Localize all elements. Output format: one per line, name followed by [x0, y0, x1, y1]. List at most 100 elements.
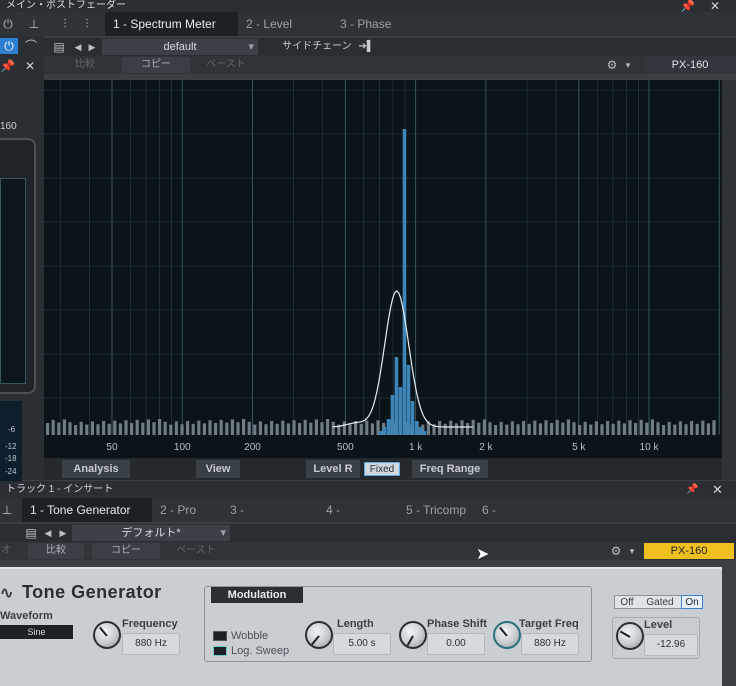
wobble-checkbox[interactable] [213, 631, 227, 641]
mode-on[interactable]: On [681, 595, 703, 609]
tab-compressor[interactable]: 3 - Compressor [222, 498, 318, 541]
chevron-down-icon[interactable]: ▾ [622, 57, 634, 73]
noise-bar [57, 422, 61, 435]
meter-tick: -18 [5, 454, 17, 463]
compare-button[interactable]: 比較 [58, 57, 112, 73]
tab-spectrum-meter[interactable]: 1 - Spectrum Meter ▾ [105, 12, 238, 55]
tab-level-meter[interactable]: 2 - Level Meter [238, 12, 332, 55]
tab-phase-meter[interactable]: 3 - Phase Meter [332, 12, 428, 55]
level-value[interactable]: -12.96 [644, 634, 698, 656]
prev-preset-icon[interactable]: ◀ [42, 525, 54, 541]
analysis-button[interactable]: Analysis [62, 460, 130, 478]
tab-tricomp[interactable]: 5 - Tricomp [398, 498, 474, 522]
noise-bar [650, 419, 654, 435]
pin-icon[interactable]: 📌 [686, 481, 698, 498]
noise-bar [695, 423, 699, 435]
frequency-value[interactable]: 880 Hz [122, 633, 180, 655]
noise-bar [197, 420, 201, 435]
log-sweep-checkbox[interactable] [213, 646, 227, 656]
power-icon[interactable]: ⏻ [0, 16, 16, 32]
preset-value: デフォルト* [121, 527, 181, 539]
mode-gated[interactable]: Gated [641, 596, 679, 610]
noise-bar [225, 422, 229, 435]
paste-button[interactable]: ペースト [192, 57, 260, 73]
phase-shift-knob[interactable] [399, 621, 427, 649]
prev-preset-icon[interactable]: ◀ [72, 39, 84, 55]
spectrum-bar [410, 401, 415, 435]
tab-pro-eq[interactable]: 2 - Pro EQ [152, 498, 222, 541]
noise-bar [706, 423, 710, 435]
noise-bar [544, 420, 548, 435]
bottom-window-title: トラック 1 - インサート 📌 ✕ [0, 481, 736, 498]
fader-alt-icon[interactable]: ⫶ [80, 16, 94, 32]
target-freq-knob[interactable] [493, 621, 521, 649]
spectrum-plot: 50 100 200 500 1 k 2 k 5 k 10 k [44, 80, 722, 453]
noise-bar [331, 421, 335, 435]
length-knob[interactable] [305, 621, 333, 649]
top-device-name: PX-160 [644, 56, 736, 74]
bottom-preset-select[interactable]: デフォルト* ▾ [72, 525, 230, 541]
phase-shift-value[interactable]: 0.00 [427, 633, 485, 655]
waveform-select[interactable]: Sine [0, 625, 73, 639]
noise-bar [348, 424, 352, 435]
pin-icon[interactable]: 📌 [0, 58, 15, 74]
noise-bar [242, 419, 246, 435]
mode-off[interactable]: Off [615, 596, 639, 610]
chevron-down-icon[interactable]: ▾ [626, 543, 638, 559]
top-preset-select[interactable]: default ▾ [102, 39, 258, 55]
noise-bar [146, 419, 150, 435]
noise-bar [62, 419, 66, 435]
target-freq-value[interactable]: 880 Hz [521, 633, 579, 655]
gear-icon[interactable]: ⚙ [608, 543, 624, 559]
spectrum-bar [382, 427, 387, 435]
fixed-toggle[interactable]: Fixed [364, 462, 400, 476]
spectrum-display[interactable]: 50 100 200 500 1 k 2 k 5 k 10 k [44, 80, 722, 480]
next-preset-icon[interactable]: ▶ [86, 39, 98, 55]
pin-icon[interactable]: 📌 [680, 0, 695, 12]
tab-tone-generator[interactable]: 1 - Tone Generator ▾ [22, 498, 152, 541]
noise-bar [152, 422, 156, 435]
copy-button[interactable]: コピー [92, 543, 160, 559]
noise-bar [516, 424, 520, 435]
off-button[interactable]: オフ [0, 543, 12, 559]
noise-bar [230, 419, 234, 435]
level-r-button[interactable]: Level R [306, 460, 360, 478]
freq-label: 10 k [640, 442, 660, 453]
fader-icon[interactable]: ⫶ [58, 16, 72, 32]
frequency-knob[interactable] [93, 621, 121, 649]
noise-bar [466, 423, 470, 435]
level-knob[interactable] [616, 622, 644, 650]
close-icon[interactable]: ✕ [712, 481, 723, 498]
bottom-window-title-text: トラック 1 - インサート [6, 484, 114, 495]
next-preset-icon[interactable]: ▶ [57, 525, 69, 541]
waveform-label: Waveform [0, 610, 53, 622]
top-window-title-text: メイン・ポストフェーダー [6, 0, 126, 11]
freq-range-button[interactable]: Freq Range [412, 460, 488, 478]
close-icon[interactable]: ✕ [708, 0, 722, 12]
level-label: Level [644, 619, 673, 631]
length-value[interactable]: 5.00 s [333, 633, 391, 655]
tab-redlightdist[interactable]: 6 - RedlightDist [474, 498, 570, 541]
spectrum-bar [394, 357, 399, 435]
view-button[interactable]: View [196, 460, 240, 478]
gear-icon[interactable]: ⚙ [604, 57, 620, 73]
spectrum-bar [390, 395, 395, 435]
routing-icon[interactable]: ⊥ [26, 16, 42, 32]
compare-button[interactable]: 比較 [28, 543, 84, 559]
routing-icon[interactable]: ⊥ [0, 502, 14, 518]
paste-button[interactable]: ペースト [162, 543, 230, 559]
arc-icon[interactable]: ⌒ [22, 38, 40, 54]
power-on-icon[interactable]: ⏻ [0, 38, 18, 54]
noise-bar [202, 423, 206, 435]
sidechain-button[interactable]: サイドチェーン ➔▌ [278, 39, 378, 55]
preset-list-icon[interactable]: ▤ [52, 39, 66, 55]
close-icon[interactable]: ✕ [22, 58, 38, 74]
noise-bar [113, 420, 117, 435]
noise-bar [370, 423, 374, 435]
noise-bar [286, 423, 290, 435]
bottom-device-name: PX-160 [644, 543, 734, 559]
copy-button[interactable]: コピー [122, 57, 190, 73]
preset-list-icon[interactable]: ▤ [24, 525, 38, 541]
noise-bar [169, 424, 173, 435]
tab-freeamp[interactable]: 4 - FreeAMP [318, 498, 398, 541]
